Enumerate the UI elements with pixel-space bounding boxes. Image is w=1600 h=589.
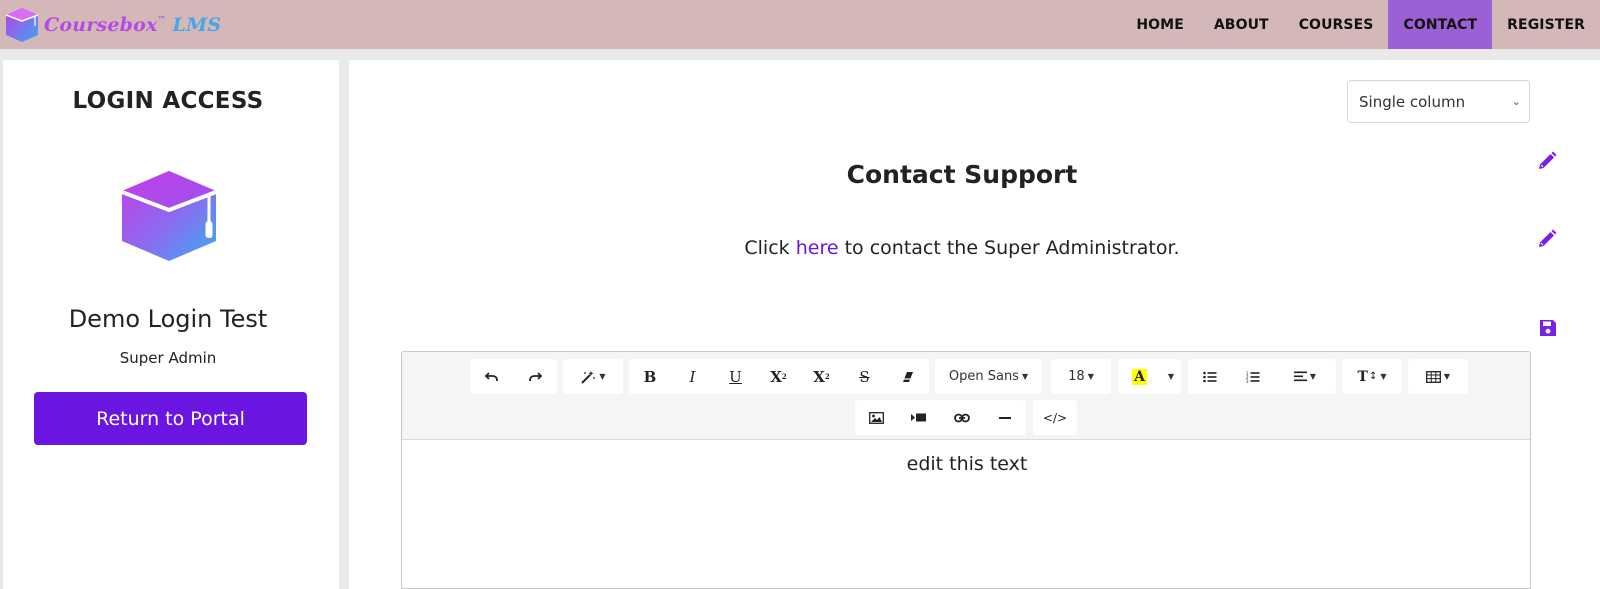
table-dropdown[interactable]: ▼: [1408, 359, 1468, 394]
font-name-caret-icon: ▼: [1021, 372, 1029, 381]
editor-toolbar: ▼ B I U X2 X2 S Open Sans ▼ 18 ▼ A ▼ 1 2…: [402, 352, 1530, 440]
layout-select[interactable]: Single column ⌄: [1347, 80, 1530, 123]
align-caret-icon: ▼: [1309, 372, 1317, 381]
nav-home[interactable]: HOME: [1121, 0, 1199, 49]
user-role: Super Admin: [119, 349, 217, 367]
horizontal-rule-icon[interactable]: [983, 400, 1026, 435]
video-icon[interactable]: [897, 400, 940, 435]
table-icon[interactable]: ▼: [1408, 359, 1468, 394]
brand-trademark: ™: [157, 13, 166, 24]
layout-select-value: Single column: [1359, 92, 1466, 111]
brand-name: Coursebox™ LMS: [44, 14, 221, 36]
insert-group: [855, 400, 1026, 435]
text-height-caret-icon: ▼: [1380, 372, 1387, 381]
strikethrough-icon[interactable]: S: [843, 359, 886, 394]
main-nav: HOME ABOUT COURSES CONTACT REGISTER: [1121, 0, 1600, 49]
contact-here-link[interactable]: here: [796, 237, 839, 259]
font-format-group: B I U X2 X2 S: [629, 359, 929, 394]
style-group: ▼: [563, 359, 623, 394]
nav-courses[interactable]: COURSES: [1284, 0, 1389, 49]
contact-text-suffix: to contact the Super Administrator.: [838, 237, 1180, 259]
chevron-down-icon: ⌄: [1511, 95, 1521, 108]
ordered-list-icon[interactable]: 123: [1231, 359, 1274, 394]
align-icon[interactable]: ▼: [1274, 359, 1336, 394]
history-group: [470, 359, 557, 394]
magic-icon[interactable]: ▼: [563, 359, 623, 394]
return-to-portal-button[interactable]: Return to Portal: [34, 392, 307, 445]
contact-text-prefix: Click: [744, 237, 796, 259]
editor-content-area[interactable]: edit this text: [402, 440, 1530, 588]
top-navbar: Coursebox™ LMS HOME ABOUT COURSES CONTAC…: [0, 0, 1600, 49]
magic-caret-icon: ▼: [599, 372, 606, 381]
rich-text-editor: ▼ B I U X2 X2 S Open Sans ▼ 18 ▼ A ▼ 1 2…: [401, 351, 1531, 589]
nav-register[interactable]: REGISTER: [1492, 0, 1600, 49]
subscript-icon[interactable]: X2: [800, 359, 843, 394]
italic-icon[interactable]: I: [671, 359, 714, 394]
code-view-icon[interactable]: </>: [1033, 400, 1077, 435]
unordered-list-icon[interactable]: [1188, 359, 1231, 394]
code-group: </>: [1033, 400, 1077, 435]
underline-icon[interactable]: U: [714, 359, 757, 394]
bold-icon[interactable]: B: [629, 359, 671, 394]
highlight-icon[interactable]: A: [1118, 359, 1161, 394]
save-icon[interactable]: [1539, 319, 1557, 341]
redo-icon[interactable]: [513, 359, 557, 394]
nav-about[interactable]: ABOUT: [1199, 0, 1284, 49]
font-name-value: Open Sans: [948, 369, 1019, 384]
graduation-cube-icon: [5, 7, 39, 42]
line-height-dropdown[interactable]: T ↕ ▼: [1342, 359, 1402, 394]
font-name-dropdown[interactable]: Open Sans ▼: [935, 359, 1042, 394]
nav-contact[interactable]: CONTACT: [1388, 0, 1493, 49]
edit-title-pencil-icon[interactable]: [1537, 151, 1557, 175]
image-icon[interactable]: [855, 400, 897, 435]
brand-name-part2: LMS: [172, 13, 222, 36]
course-logo-icon: [120, 169, 218, 267]
superscript-icon[interactable]: X2: [757, 359, 800, 394]
svg-text:3: 3: [1246, 379, 1249, 383]
highlight-caret-icon[interactable]: ▼: [1161, 359, 1181, 394]
login-title: LOGIN ACCESS: [72, 88, 264, 114]
table-caret-icon: ▼: [1443, 372, 1451, 381]
link-icon[interactable]: [940, 400, 983, 435]
brand-name-part1: Coursebox: [44, 13, 158, 36]
font-size-value: 18: [1068, 369, 1085, 384]
editor-content-text[interactable]: edit this text: [402, 453, 1530, 475]
undo-icon[interactable]: [470, 359, 513, 394]
font-size-dropdown[interactable]: 18 ▼: [1051, 359, 1111, 394]
contact-text: Click here to contact the Super Administ…: [600, 237, 1324, 259]
brand-logo[interactable]: Coursebox™ LMS: [4, 6, 221, 44]
contact-title: Contact Support: [846, 160, 1078, 189]
text-height-icon[interactable]: T ↕ ▼: [1342, 359, 1402, 394]
font-size-caret-icon: ▼: [1087, 372, 1094, 381]
edit-text-pencil-icon[interactable]: [1537, 229, 1557, 253]
eraser-icon[interactable]: [886, 359, 929, 394]
paragraph-group: 123 ▼: [1188, 359, 1336, 394]
color-group: A ▼: [1118, 359, 1181, 394]
user-name: Demo Login Test: [68, 305, 268, 333]
